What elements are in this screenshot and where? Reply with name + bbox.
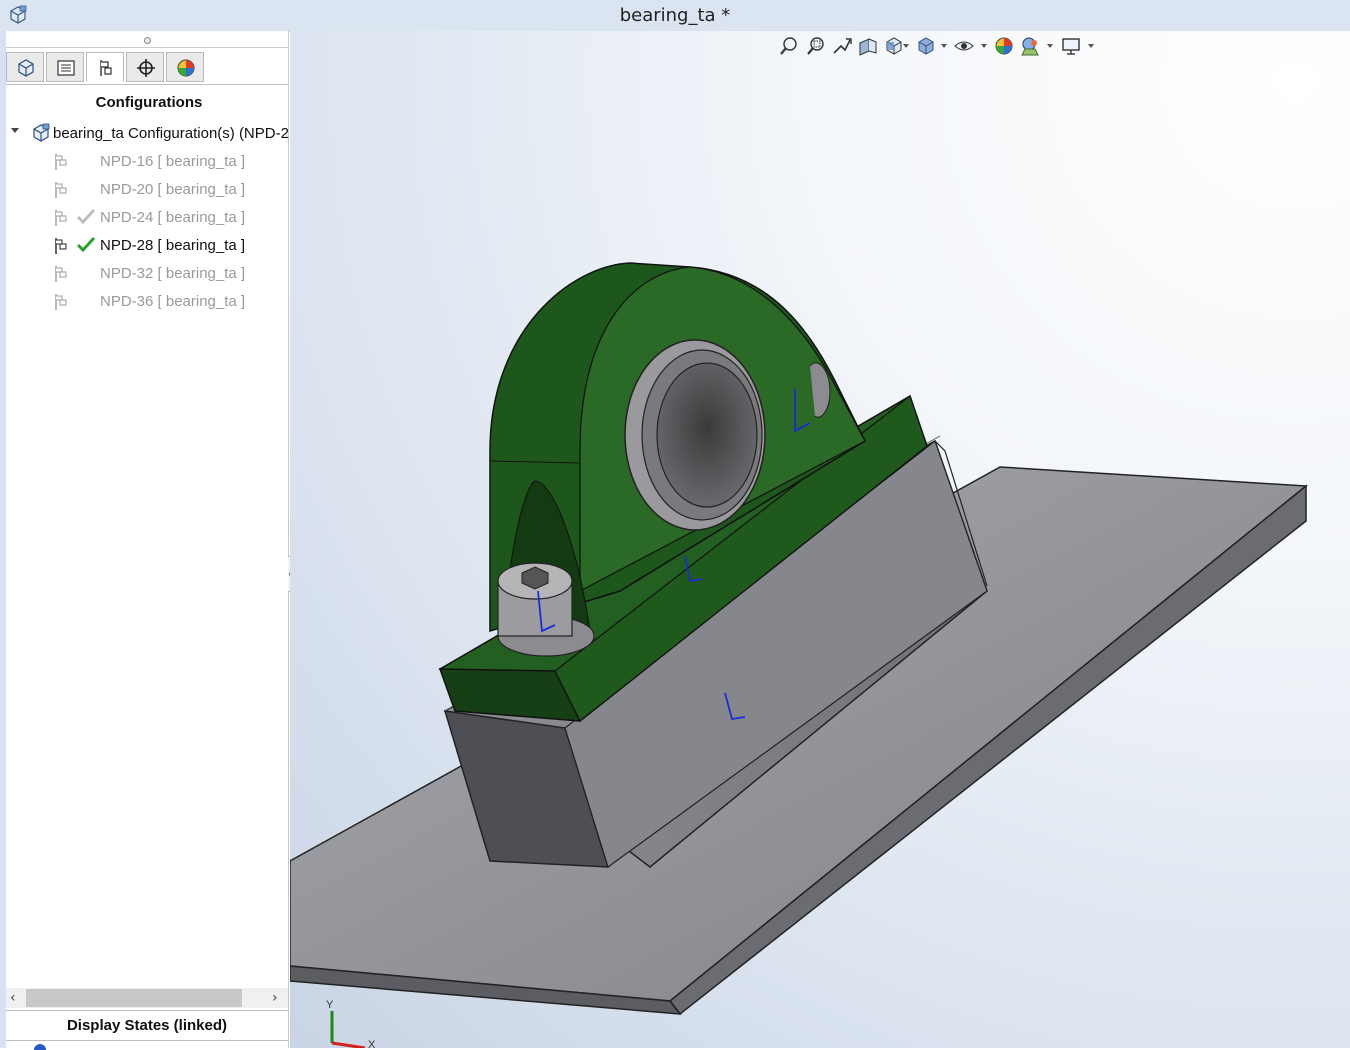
part-configuration-icon [33, 123, 50, 142]
config-item-label: NPD-36 [ bearing_ta ] [100, 293, 246, 310]
configuration-tree-root[interactable]: bearing_ta Configuration(s) (NPD-28) [6, 122, 289, 144]
scroll-right-arrow-icon[interactable]: › [272, 990, 278, 1006]
configuration-icon [55, 266, 67, 282]
config-item-npd-28[interactable]: NPD-28 [ bearing_ta ] [6, 234, 288, 258]
tab-display-manager[interactable] [166, 52, 204, 82]
window-title: bearing_ta * [619, 5, 731, 26]
config-item-label: NPD-32 [ bearing_ta ] [100, 265, 246, 282]
panel-horizontal-scrollbar[interactable]: ‹ › [6, 988, 288, 1008]
config-item-label: NPD-16 [ bearing_ta ] [100, 153, 246, 170]
configuration-icon [55, 182, 67, 198]
config-item-label: NPD-20 [ bearing_ta ] [100, 181, 246, 198]
tab-property-manager[interactable] [46, 52, 84, 82]
configuration-manager-icon [100, 60, 112, 76]
display-manager-icon [177, 59, 195, 77]
display-states-heading: Display States (linked) [6, 1010, 288, 1041]
coordinate-triad: Y X [326, 999, 376, 1048]
tab-configuration-manager[interactable] [86, 52, 124, 82]
previous-check-icon [76, 208, 96, 225]
title-bar: bearing_ta * [0, 0, 1350, 32]
panel-splitter[interactable] [6, 35, 288, 48]
config-item-label: NPD-28 [ bearing_ta ] [100, 237, 246, 254]
graphics-viewport[interactable]: Y X [290, 31, 1350, 1048]
config-item-npd-32[interactable]: NPD-32 [ bearing_ta ] [6, 262, 288, 286]
scroll-left-arrow-icon[interactable]: ‹ [10, 990, 16, 1006]
bearing-model-render[interactable]: Y X [290, 31, 1350, 1048]
config-item-label: NPD-24 [ bearing_ta ] [100, 209, 246, 226]
configuration-root-label: bearing_ta Configuration(s) (NPD-28) [53, 125, 289, 142]
configuration-icon [55, 294, 67, 310]
configuration-icon [55, 238, 67, 254]
config-item-npd-24[interactable]: NPD-24 [ bearing_ta ] [6, 206, 288, 230]
scrollbar-thumb[interactable] [26, 989, 242, 1007]
config-item-npd-36[interactable]: NPD-36 [ bearing_ta ] [6, 290, 288, 314]
triad-y-label: Y [326, 999, 334, 1011]
manager-tab-bar [6, 50, 288, 85]
config-item-npd-20[interactable]: NPD-20 [ bearing_ta ] [6, 178, 288, 202]
config-item-npd-16[interactable]: NPD-16 [ bearing_ta ] [6, 150, 288, 174]
property-manager-icon [57, 60, 75, 76]
splitter-grip-icon[interactable] [144, 37, 151, 44]
display-state-icon [34, 1044, 46, 1050]
dimxpert-manager-icon [137, 59, 155, 77]
configuration-icon [55, 210, 67, 226]
feature-manager-icon [18, 59, 34, 77]
collapse-arrow-icon[interactable] [11, 128, 19, 133]
configuration-icon [55, 154, 67, 170]
triad-x-label: X [368, 1039, 376, 1048]
configurations-heading: Configurations [95, 94, 203, 111]
active-check-icon [76, 236, 96, 253]
bearing-insert[interactable] [624, 339, 766, 531]
tab-dimxpert-manager[interactable] [126, 52, 164, 82]
tab-feature-manager[interactable] [6, 52, 44, 82]
